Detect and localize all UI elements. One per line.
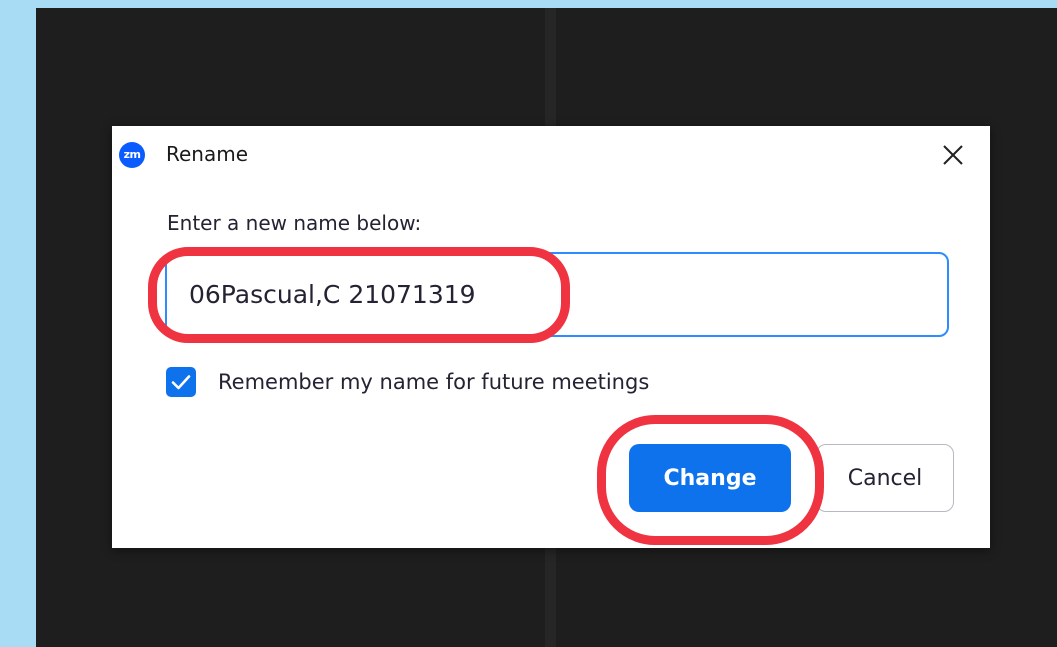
- prompt-label: Enter a new name below:: [167, 211, 422, 235]
- zoom-logo-icon: zm: [119, 142, 145, 168]
- dialog-titlebar: zm Rename: [112, 126, 990, 184]
- rename-dialog: zm Rename Enter a new name below: Rememb…: [112, 126, 990, 548]
- change-button[interactable]: Change: [629, 444, 791, 512]
- dialog-title: Rename: [166, 142, 249, 166]
- checkmark-icon: [171, 375, 191, 390]
- close-button[interactable]: [938, 140, 968, 170]
- close-icon: [943, 145, 963, 165]
- screenshot-stage: zm Rename Enter a new name below: Rememb…: [0, 0, 1057, 647]
- cancel-button[interactable]: Cancel: [816, 444, 954, 512]
- name-input[interactable]: [165, 252, 949, 337]
- remember-name-label[interactable]: Remember my name for future meetings: [218, 368, 649, 396]
- remember-name-checkbox[interactable]: [166, 367, 196, 397]
